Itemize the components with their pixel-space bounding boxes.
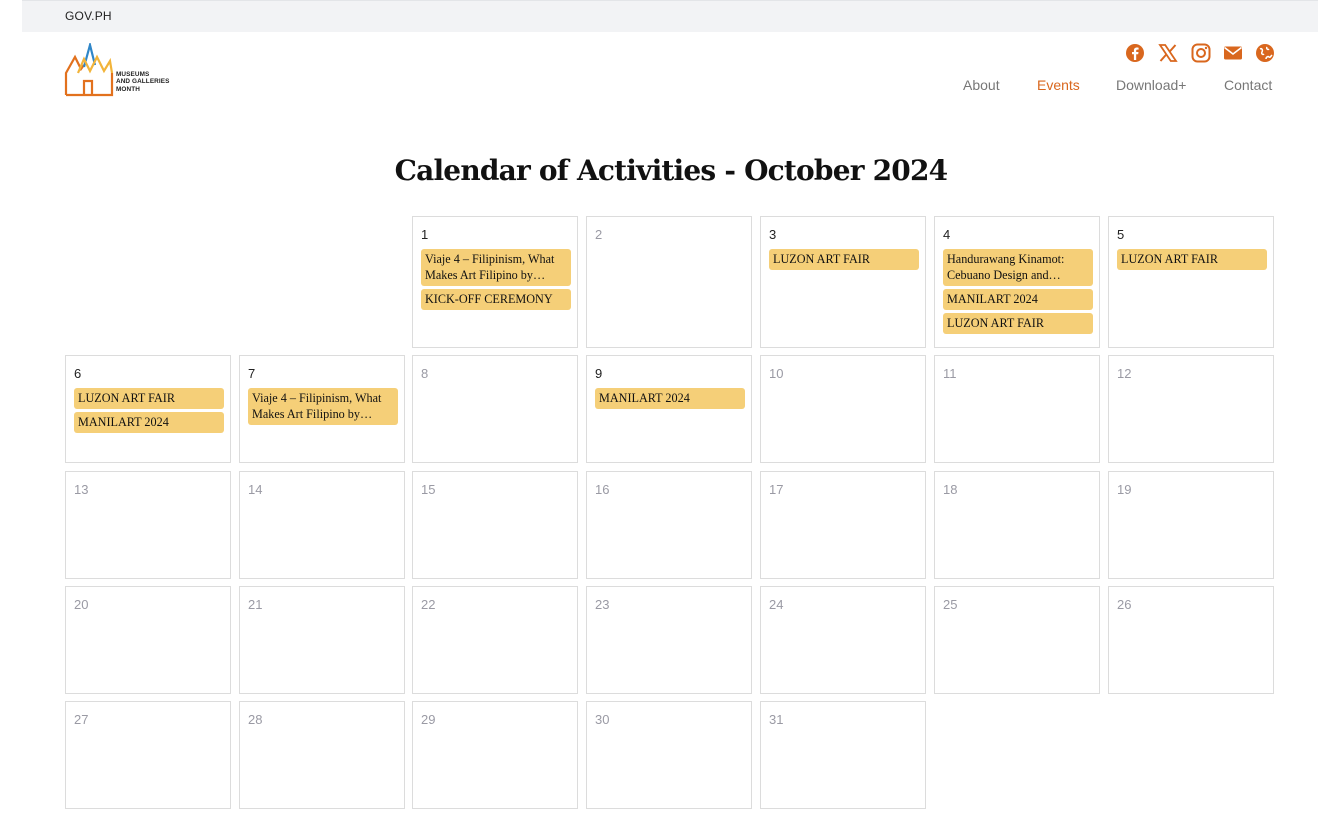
calendar-day-cell[interactable]: 3 LUZON ART FAIR — [760, 216, 926, 348]
day-number: 7 — [248, 366, 256, 381]
day-number: 1 — [421, 227, 429, 242]
calendar-day-cell[interactable]: 4 Handurawang Kinamot: Cebuano Design and… — [934, 216, 1100, 348]
mail-icon[interactable] — [1222, 42, 1244, 64]
day-number: 5 — [1117, 227, 1125, 242]
calendar-day-cell[interactable]: 18 — [934, 471, 1100, 579]
calendar-day-cell[interactable]: 16 — [586, 471, 752, 579]
facebook-icon[interactable] — [1124, 42, 1146, 64]
day-number: 3 — [769, 227, 777, 242]
page-title: Calendar of Activities - October 2024 — [394, 154, 949, 187]
day-number: 4 — [943, 227, 951, 242]
calendar-day-cell[interactable]: 21 — [239, 586, 405, 694]
day-number: 2 — [595, 227, 603, 242]
event-item[interactable]: LUZON ART FAIR — [769, 249, 919, 270]
calendar-day-cell[interactable]: 25 — [934, 586, 1100, 694]
event-item[interactable]: LUZON ART FAIR — [943, 313, 1093, 334]
calendar-day-cell[interactable]: 2 — [586, 216, 752, 348]
calendar-week: 6 LUZON ART FAIR MANILART 2024 7 Viaje 4 – F… — [65, 355, 1274, 463]
event-item[interactable]: MANILART 2024 — [943, 289, 1093, 310]
event-item[interactable]: Viaje 4 – Filipinism, What Makes Art Fil… — [421, 249, 571, 286]
nav-item-about[interactable]: About — [963, 77, 1000, 93]
calendar-day-cell[interactable]: 27 — [65, 701, 231, 809]
day-events: MANILART 2024 — [595, 388, 745, 412]
day-number: 18 — [943, 482, 958, 497]
social-links — [1124, 42, 1276, 64]
day-number: 8 — [421, 366, 429, 381]
event-item[interactable]: MANILART 2024 — [595, 388, 745, 409]
day-number: 28 — [248, 712, 263, 727]
nav-item-contact[interactable]: Contact — [1224, 77, 1272, 93]
day-number: 12 — [1117, 366, 1132, 381]
day-number: 27 — [74, 712, 89, 727]
x-twitter-icon[interactable] — [1157, 42, 1179, 64]
day-number: 21 — [248, 597, 263, 612]
nav-item-download[interactable]: Download+ — [1116, 77, 1186, 93]
calendar-day-cell[interactable]: 7 Viaje 4 – Filipinism, What Makes Art Fi… — [239, 355, 405, 463]
day-number: 30 — [595, 712, 610, 727]
gov-ph-bar: GOV.PH — [22, 0, 1318, 32]
event-item[interactable]: Handurawang Kinamot: Cebuano Design and… — [943, 249, 1093, 286]
event-item[interactable]: LUZON ART FAIR — [74, 388, 224, 409]
day-number: 16 — [595, 482, 610, 497]
calendar-day-cell[interactable]: 10 — [760, 355, 926, 463]
day-number: 31 — [769, 712, 784, 727]
calendar-week: 27 28 29 30 31 — [65, 701, 1274, 809]
main-nav: About Events Download+ Contact — [0, 77, 1342, 97]
calendar-day-cell[interactable]: 26 — [1108, 586, 1274, 694]
calendar-day-cell[interactable]: 23 — [586, 586, 752, 694]
calendar-day-cell[interactable]: 6 LUZON ART FAIR MANILART 2024 — [65, 355, 231, 463]
day-number: 10 — [769, 366, 784, 381]
day-number: 9 — [595, 366, 603, 381]
day-number: 15 — [421, 482, 436, 497]
day-number: 26 — [1117, 597, 1132, 612]
calendar-day-cell[interactable]: 13 — [65, 471, 231, 579]
gov-ph-link[interactable]: GOV.PH — [65, 9, 112, 23]
calendar-day-cell[interactable]: 9 MANILART 2024 — [586, 355, 752, 463]
day-events: Viaje 4 – Filipinism, What Makes Art Fil… — [248, 388, 398, 428]
day-events: Viaje 4 – Filipinism, What Makes Art Fil… — [421, 249, 571, 313]
calendar-week: 20 21 22 23 24 25 26 — [65, 586, 1274, 694]
day-number: 6 — [74, 366, 82, 381]
day-number: 11 — [943, 366, 957, 381]
day-number: 13 — [74, 482, 89, 497]
calendar-week: 1 Viaje 4 – Filipinism, What Makes Art Fi… — [65, 216, 1274, 348]
day-number: 20 — [74, 597, 89, 612]
globe-icon[interactable] — [1254, 42, 1276, 64]
calendar-day-cell[interactable]: 31 — [760, 701, 926, 809]
day-number: 29 — [421, 712, 436, 727]
calendar-day-cell[interactable]: 5 LUZON ART FAIR — [1108, 216, 1274, 348]
calendar-day-cell[interactable]: 14 — [239, 471, 405, 579]
calendar-day-cell[interactable]: 30 — [586, 701, 752, 809]
calendar-day-cell[interactable]: 11 — [934, 355, 1100, 463]
calendar-day-cell[interactable]: 24 — [760, 586, 926, 694]
nav-item-events[interactable]: Events — [1037, 77, 1080, 93]
calendar-day-cell[interactable]: 28 — [239, 701, 405, 809]
calendar-day-cell[interactable]: 8 — [412, 355, 578, 463]
day-events: LUZON ART FAIR MANILART 2024 — [74, 388, 224, 436]
instagram-icon[interactable] — [1190, 42, 1212, 64]
calendar-day-cell[interactable]: 20 — [65, 586, 231, 694]
calendar-week: 13 14 15 16 17 18 19 — [65, 471, 1274, 579]
calendar-day-cell[interactable]: 19 — [1108, 471, 1274, 579]
day-events: LUZON ART FAIR — [769, 249, 919, 273]
calendar-day-cell[interactable]: 17 — [760, 471, 926, 579]
day-number: 17 — [769, 482, 784, 497]
day-number: 23 — [595, 597, 610, 612]
calendar-day-cell[interactable]: 22 — [412, 586, 578, 694]
event-item[interactable]: KICK-OFF CEREMONY — [421, 289, 571, 310]
event-item[interactable]: LUZON ART FAIR — [1117, 249, 1267, 270]
calendar-day-cell[interactable]: 29 — [412, 701, 578, 809]
day-number: 22 — [421, 597, 436, 612]
day-number: 14 — [248, 482, 263, 497]
calendar-day-cell[interactable]: 12 — [1108, 355, 1274, 463]
day-number: 25 — [943, 597, 958, 612]
day-events: LUZON ART FAIR — [1117, 249, 1267, 273]
event-item[interactable]: MANILART 2024 — [74, 412, 224, 433]
event-item[interactable]: Viaje 4 – Filipinism, What Makes Art Fil… — [248, 388, 398, 425]
calendar-day-cell[interactable]: 15 — [412, 471, 578, 579]
calendar-day-cell[interactable]: 1 Viaje 4 – Filipinism, What Makes Art Fi… — [412, 216, 578, 348]
day-number: 19 — [1117, 482, 1132, 497]
day-events: Handurawang Kinamot: Cebuano Design and…… — [943, 249, 1093, 337]
day-number: 24 — [769, 597, 784, 612]
